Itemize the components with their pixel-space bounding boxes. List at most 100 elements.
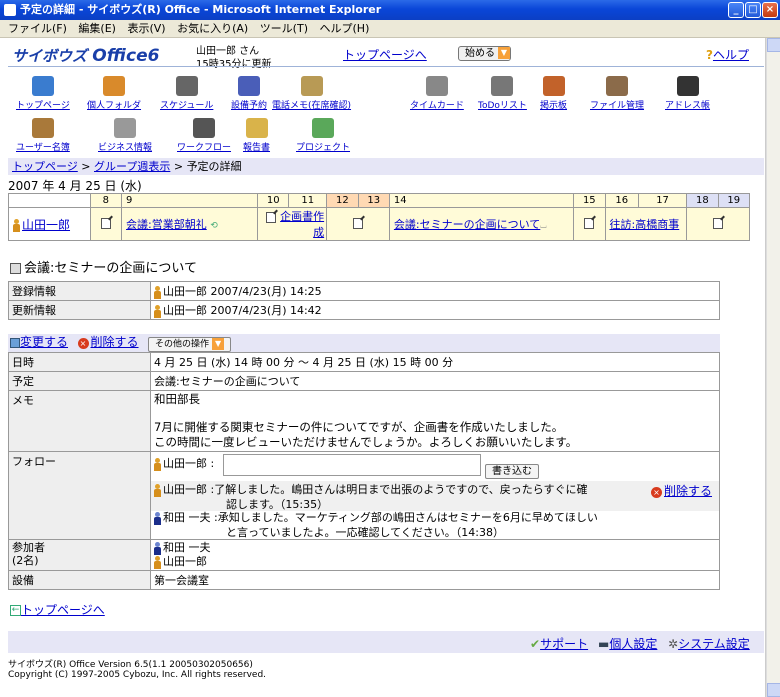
member-link[interactable]: 山田一郎	[22, 218, 70, 232]
label-datetime: 日時	[8, 352, 151, 372]
personal-settings-icon: ▬	[598, 637, 610, 651]
support-link[interactable]: ✔サポート	[530, 635, 588, 652]
app-workflow[interactable]: ワークフロー	[177, 118, 231, 153]
app-label: トップページ	[16, 101, 70, 111]
app-label: ToDoリスト	[478, 101, 527, 111]
personal-settings-link[interactable]: ▬個人設定	[598, 635, 657, 652]
event-link[interactable]: 企画書作成	[280, 210, 324, 239]
event-cell: 企画書作成	[257, 207, 328, 241]
follow-textarea[interactable]	[223, 454, 481, 476]
participants-value: 和田 一夫 山田一郎	[150, 539, 720, 571]
event-link[interactable]: 会議:営業部朝礼	[126, 218, 207, 231]
facility-icon	[238, 76, 260, 96]
app-label: 電話メモ(在席確認)	[272, 101, 352, 111]
memo-value: 和田部長 7月に開催する関東セミナーの件についてですが、企画書を作成いたしました。…	[150, 390, 720, 452]
event-cell: 会議:セミナーの企画について⌴	[388, 207, 575, 241]
system-settings-link[interactable]: ✲システム設定	[668, 635, 750, 652]
app-label: タイムカード	[410, 101, 464, 111]
chevron-down-icon: ▼	[212, 337, 225, 350]
add-memo-icon[interactable]	[266, 211, 277, 223]
menu-view[interactable]: 表示(V)	[127, 22, 165, 35]
menu-help[interactable]: ヘルプ(H)	[320, 22, 370, 35]
top-page-link[interactable]: トップページへ	[343, 46, 427, 63]
memo-cell[interactable]	[89, 207, 123, 241]
personal-folder-icon	[103, 76, 125, 96]
hour-19: 19	[717, 193, 751, 208]
app-project[interactable]: プロジェクト	[296, 118, 350, 153]
business-info-icon	[114, 118, 136, 138]
chevron-down-icon: ▼	[498, 47, 510, 59]
start-dropdown[interactable]: 始める ▼	[458, 46, 511, 61]
add-memo-icon[interactable]	[713, 218, 724, 230]
app-label: スケジュール	[160, 101, 214, 111]
app-phone-memo[interactable]: 電話メモ(在席確認)	[272, 76, 351, 111]
add-memo-icon[interactable]	[584, 218, 595, 230]
follow-comment: 山田一郎 :了解しました。嶋田さんは明日まで出張のようですので、戻ったらすぐに確…	[154, 482, 654, 512]
app-schedule[interactable]: スケジュール	[160, 76, 213, 111]
app-top-page[interactable]: トップページ	[16, 76, 70, 111]
back-to-top[interactable]: ← トップページへ	[10, 601, 105, 618]
address-book-icon	[676, 76, 699, 96]
add-memo-icon[interactable]	[353, 218, 364, 230]
app-label: ユーザー名簿	[16, 143, 70, 153]
person-icon	[154, 555, 161, 569]
app-label: 掲示板	[540, 101, 568, 111]
menu-file[interactable]: ファイル(F)	[8, 22, 67, 35]
help-link[interactable]: ?ヘルプ	[706, 46, 749, 63]
app-bulletin[interactable]: 掲示板	[540, 76, 567, 111]
add-memo-icon[interactable]	[100, 218, 111, 230]
schedule-detail-table: 日時 4 月 25 日 (水) 14 時 00 分 〜 4 月 25 日 (水) …	[8, 352, 720, 590]
event-link[interactable]: 会議:セミナーの企画について	[394, 218, 540, 231]
app-report[interactable]: 報告書	[243, 118, 270, 153]
edit-button[interactable]: 変更する	[20, 335, 68, 349]
app-business-info[interactable]: ビジネス情報	[98, 118, 152, 153]
app-personal-folder[interactable]: 個人フォルダ	[87, 76, 141, 111]
menu-favorites[interactable]: お気に入り(A)	[177, 22, 248, 35]
comment-delete[interactable]: × 削除する	[651, 482, 712, 499]
label-updated: 更新情報	[8, 300, 151, 320]
event-link[interactable]: 往訪:高橋商事	[610, 218, 680, 231]
write-button[interactable]: 書き込む	[485, 464, 539, 479]
app-todo[interactable]: ToDoリスト	[478, 76, 527, 111]
memo-cell[interactable]	[573, 207, 606, 241]
menu-tools[interactable]: ツール(T)	[260, 22, 308, 35]
person-icon	[154, 457, 161, 471]
app-facility[interactable]: 設備予約	[231, 76, 267, 111]
person-icon	[13, 218, 20, 232]
follow-user: 山田一郎 :	[154, 455, 214, 471]
memo-cell[interactable]	[326, 207, 390, 241]
cybozu-logo: サイボウズ Office6	[12, 46, 160, 66]
app-address-book[interactable]: アドレス帳	[665, 76, 710, 111]
breadcrumb: トップページ > グループ週表示 > 予定の詳細	[8, 158, 764, 175]
follow-cell: 山田一郎 : 書き込む 山田一郎 :了解しました。嶋田さんは明日まで出張のようで…	[150, 451, 720, 540]
copyright-text: Copyright (C) 1997-2005 Cybozu, Inc. All…	[8, 670, 267, 680]
label-registered: 登録情報	[8, 281, 151, 301]
hour-12: 12	[326, 193, 359, 208]
menu-edit[interactable]: 編集(E)	[78, 22, 116, 35]
memo-cell[interactable]	[686, 207, 750, 241]
minimize-button[interactable]: _	[728, 2, 744, 18]
app-user-list[interactable]: ユーザー名簿	[16, 118, 70, 153]
project-icon	[312, 118, 334, 138]
gear-icon: ✲	[668, 637, 679, 651]
window-title: 予定の詳細 - サイボウズ(R) Office - Microsoft Inte…	[20, 3, 382, 16]
updated-value: 山田一郎 2007/4/23(月) 14:42	[150, 300, 720, 320]
hour-16: 16	[604, 193, 639, 208]
attach-icon: ⌴	[540, 221, 547, 230]
breadcrumb-group-week[interactable]: グループ週表示	[94, 160, 170, 173]
app-timecard[interactable]: タイムカード	[410, 76, 464, 111]
app-label: ワークフロー	[177, 143, 232, 153]
vertical-scrollbar[interactable]	[766, 38, 780, 697]
other-actions-dropdown[interactable]: その他の操作 ▼	[148, 336, 232, 352]
schedule-icon	[175, 76, 198, 96]
app-label: 設備予約	[231, 101, 268, 111]
schedule-date: 2007 年 4 月 25 日 (水)	[8, 179, 142, 193]
app-file-manage[interactable]: ファイル管理	[590, 76, 644, 111]
person-icon	[154, 483, 161, 497]
delete-button[interactable]: 削除する	[91, 335, 139, 349]
maximize-button[interactable]: □	[745, 2, 761, 18]
back-arrow-icon: ←	[10, 605, 21, 616]
breadcrumb-top[interactable]: トップページ	[12, 160, 78, 173]
top-page-icon	[31, 76, 54, 96]
close-button[interactable]: ×	[762, 2, 778, 18]
